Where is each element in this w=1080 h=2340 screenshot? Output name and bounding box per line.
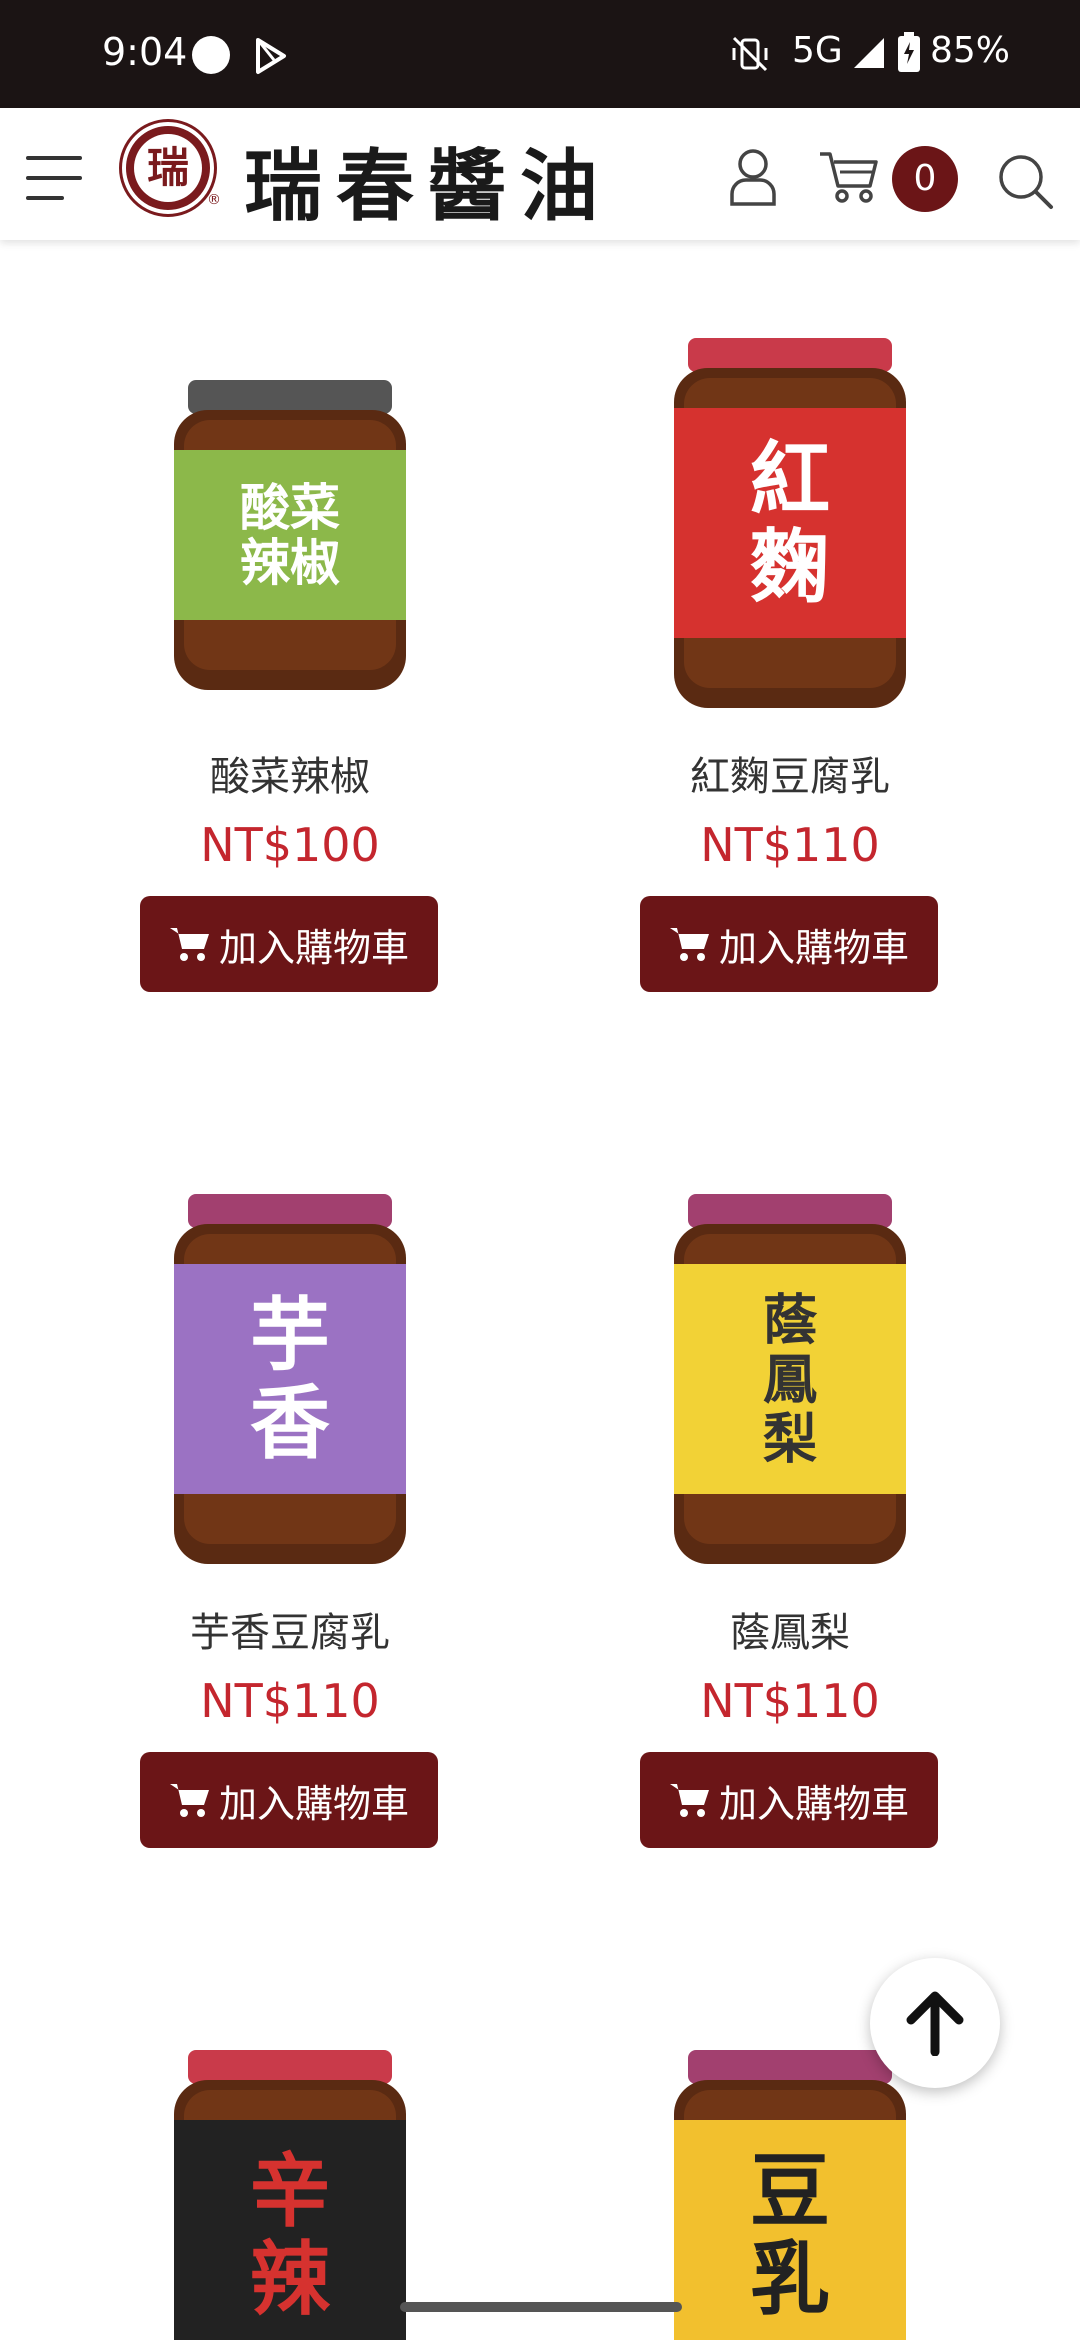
jar-lid bbox=[688, 338, 892, 372]
user-account-icon[interactable] bbox=[726, 148, 780, 206]
status-time: 9:04 bbox=[102, 30, 188, 74]
signal-icon bbox=[854, 38, 884, 68]
add-to-cart-label: 加入購物車 bbox=[218, 925, 409, 970]
jar-lid bbox=[188, 2050, 392, 2084]
add-to-cart-label: 加入購物車 bbox=[718, 925, 909, 970]
product-image[interactable]: 芋香 bbox=[50, 1176, 530, 1576]
jar-label-text: 豆 bbox=[750, 2144, 830, 2238]
product-price: NT$100 bbox=[200, 818, 380, 872]
add-to-cart-label: 加入購物車 bbox=[218, 1781, 409, 1826]
arrow-up-icon bbox=[906, 1991, 964, 2056]
cart-icon bbox=[669, 928, 709, 961]
jar-label-text: 鳳 bbox=[763, 1347, 817, 1411]
product-name[interactable]: 蔭鳳梨 bbox=[550, 1600, 1030, 1658]
battery-percent: 85% bbox=[930, 30, 1011, 71]
jar-illustration: 蔭鳳梨 bbox=[674, 1194, 906, 1564]
product-image[interactable]: 蔭鳳梨 bbox=[550, 1176, 1030, 1576]
add-to-cart-button[interactable]: 加入購物車 bbox=[140, 1752, 438, 1848]
vibrate-off-icon bbox=[732, 36, 768, 72]
cart-icon bbox=[169, 1784, 209, 1817]
jar-illustration: 芋香 bbox=[174, 1194, 406, 1564]
back-to-top-button[interactable] bbox=[870, 1958, 1000, 2088]
site-header: 瑞 ® 瑞春醬油 0 bbox=[0, 108, 1080, 240]
add-to-cart-label: 加入購物車 bbox=[718, 1781, 909, 1826]
jar-label-text: 乳 bbox=[750, 2232, 830, 2326]
jar-label-text: 酸菜 bbox=[240, 478, 340, 537]
jar-label-text: 梨 bbox=[763, 1406, 817, 1470]
product-price: NT$110 bbox=[700, 818, 880, 872]
brand-logo-text[interactable]: 瑞春醬油 bbox=[244, 124, 612, 236]
status-bar: 9:04 5G 85% bbox=[0, 0, 1080, 108]
jar-label-text: 蔭 bbox=[763, 1288, 818, 1352]
jar-label-text: 紅 bbox=[750, 432, 830, 526]
logo-seal-character: 瑞 bbox=[134, 134, 202, 202]
product-card: 紅麴 紅麴豆腐乳 NT$110 加入購物車 bbox=[550, 320, 1030, 1000]
product-card: 芋香 芋香豆腐乳 NT$110 加入購物車 bbox=[50, 1176, 530, 1856]
add-to-cart-button[interactable]: 加入購物車 bbox=[640, 1752, 938, 1848]
product-name[interactable]: 芋香豆腐乳 bbox=[50, 1600, 530, 1658]
product-name[interactable]: 酸菜辣椒 bbox=[50, 744, 530, 802]
jar-label-text: 辣 bbox=[250, 2232, 331, 2326]
jar-label-text: 辛 bbox=[250, 2144, 330, 2238]
add-to-cart-button[interactable]: 加入購物車 bbox=[140, 896, 438, 992]
add-to-cart-button[interactable]: 加入購物車 bbox=[640, 896, 938, 992]
product-image[interactable]: 辛辣 bbox=[50, 2032, 530, 2340]
shopping-cart-icon[interactable] bbox=[818, 148, 882, 206]
jar-lid bbox=[188, 380, 392, 414]
jar-label-text: 辣椒 bbox=[240, 533, 340, 592]
jar-illustration: 辛辣 bbox=[174, 2050, 406, 2340]
product-price: NT$110 bbox=[200, 1674, 380, 1728]
home-indicator[interactable] bbox=[400, 2302, 682, 2312]
product-price: NT$110 bbox=[700, 1674, 880, 1728]
jar-lid bbox=[688, 1194, 892, 1228]
search-icon[interactable] bbox=[996, 152, 1054, 210]
product-image[interactable]: 紅麴 bbox=[550, 320, 1030, 720]
jar-illustration: 酸菜辣椒 bbox=[174, 380, 406, 690]
play-store-icon bbox=[256, 38, 286, 74]
jar-illustration: 紅麴 bbox=[674, 338, 906, 708]
product-image[interactable]: 酸菜 辣椒 bbox=[50, 320, 530, 720]
jar-label-text: 芋 bbox=[250, 1288, 330, 1382]
registered-mark: ® bbox=[207, 192, 221, 208]
jar-lid bbox=[188, 1194, 392, 1228]
jar-label-text: 麴 bbox=[750, 520, 830, 614]
jar-label-text: 香 bbox=[250, 1376, 330, 1470]
notification-dot-icon bbox=[192, 36, 230, 74]
product-name[interactable]: 紅麴豆腐乳 bbox=[550, 744, 1030, 802]
hamburger-menu-icon[interactable] bbox=[26, 152, 82, 204]
cart-count-badge[interactable]: 0 bbox=[892, 146, 958, 212]
brand-logo-seal[interactable]: 瑞 bbox=[122, 122, 214, 214]
network-type: 5G bbox=[792, 30, 843, 71]
cart-icon bbox=[669, 1784, 709, 1817]
product-card: 蔭鳳梨 蔭鳳梨 NT$110 加入購物車 bbox=[550, 1176, 1030, 1856]
product-card: 辛辣 bbox=[50, 2032, 530, 2340]
jar-lid bbox=[688, 2050, 892, 2084]
product-card: 酸菜 辣椒 酸菜辣椒 NT$100 加入購物車 bbox=[50, 320, 530, 1000]
cart-icon bbox=[169, 928, 209, 961]
battery-icon bbox=[898, 32, 920, 72]
